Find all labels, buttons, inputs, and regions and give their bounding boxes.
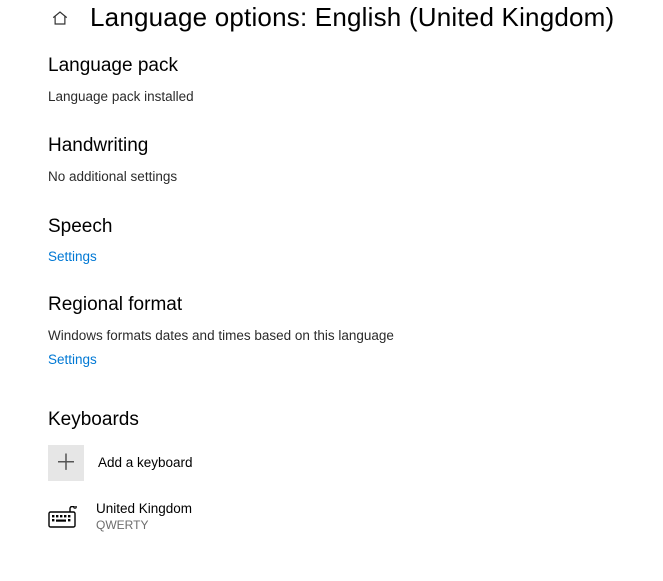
speech-heading: Speech <box>48 216 615 238</box>
home-button[interactable] <box>48 6 72 30</box>
regional-settings-link[interactable]: Settings <box>48 352 97 367</box>
section-keyboards: Keyboards ＋ Add a keyboard <box>48 409 615 533</box>
keyboards-heading: Keyboards <box>48 409 615 431</box>
add-keyboard-button[interactable]: ＋ <box>48 445 84 481</box>
speech-settings-link[interactable]: Settings <box>48 249 97 264</box>
handwriting-body: No additional settings <box>48 167 615 187</box>
plus-icon: ＋ <box>55 452 77 474</box>
add-keyboard-label: Add a keyboard <box>98 455 193 470</box>
keyboard-item[interactable]: United Kingdom QWERTY <box>48 501 615 533</box>
add-keyboard-row[interactable]: ＋ Add a keyboard <box>48 445 615 481</box>
section-handwriting: Handwriting No additional settings <box>48 135 615 187</box>
section-language-pack: Language pack Language pack installed <box>48 55 615 107</box>
regional-heading: Regional format <box>48 294 615 316</box>
language-pack-heading: Language pack <box>48 55 615 77</box>
language-pack-body: Language pack installed <box>48 87 615 107</box>
section-regional-format: Regional format Windows formats dates an… <box>48 294 615 369</box>
handwriting-heading: Handwriting <box>48 135 615 157</box>
home-icon <box>51 9 69 27</box>
keyboard-name: United Kingdom <box>96 501 192 518</box>
keyboard-layout: QWERTY <box>96 518 192 533</box>
section-speech: Speech Settings <box>48 216 615 266</box>
keyboard-icon <box>48 506 82 528</box>
regional-body: Windows formats dates and times based on… <box>48 326 615 346</box>
page-title: Language options: English (United Kingdo… <box>90 2 614 33</box>
